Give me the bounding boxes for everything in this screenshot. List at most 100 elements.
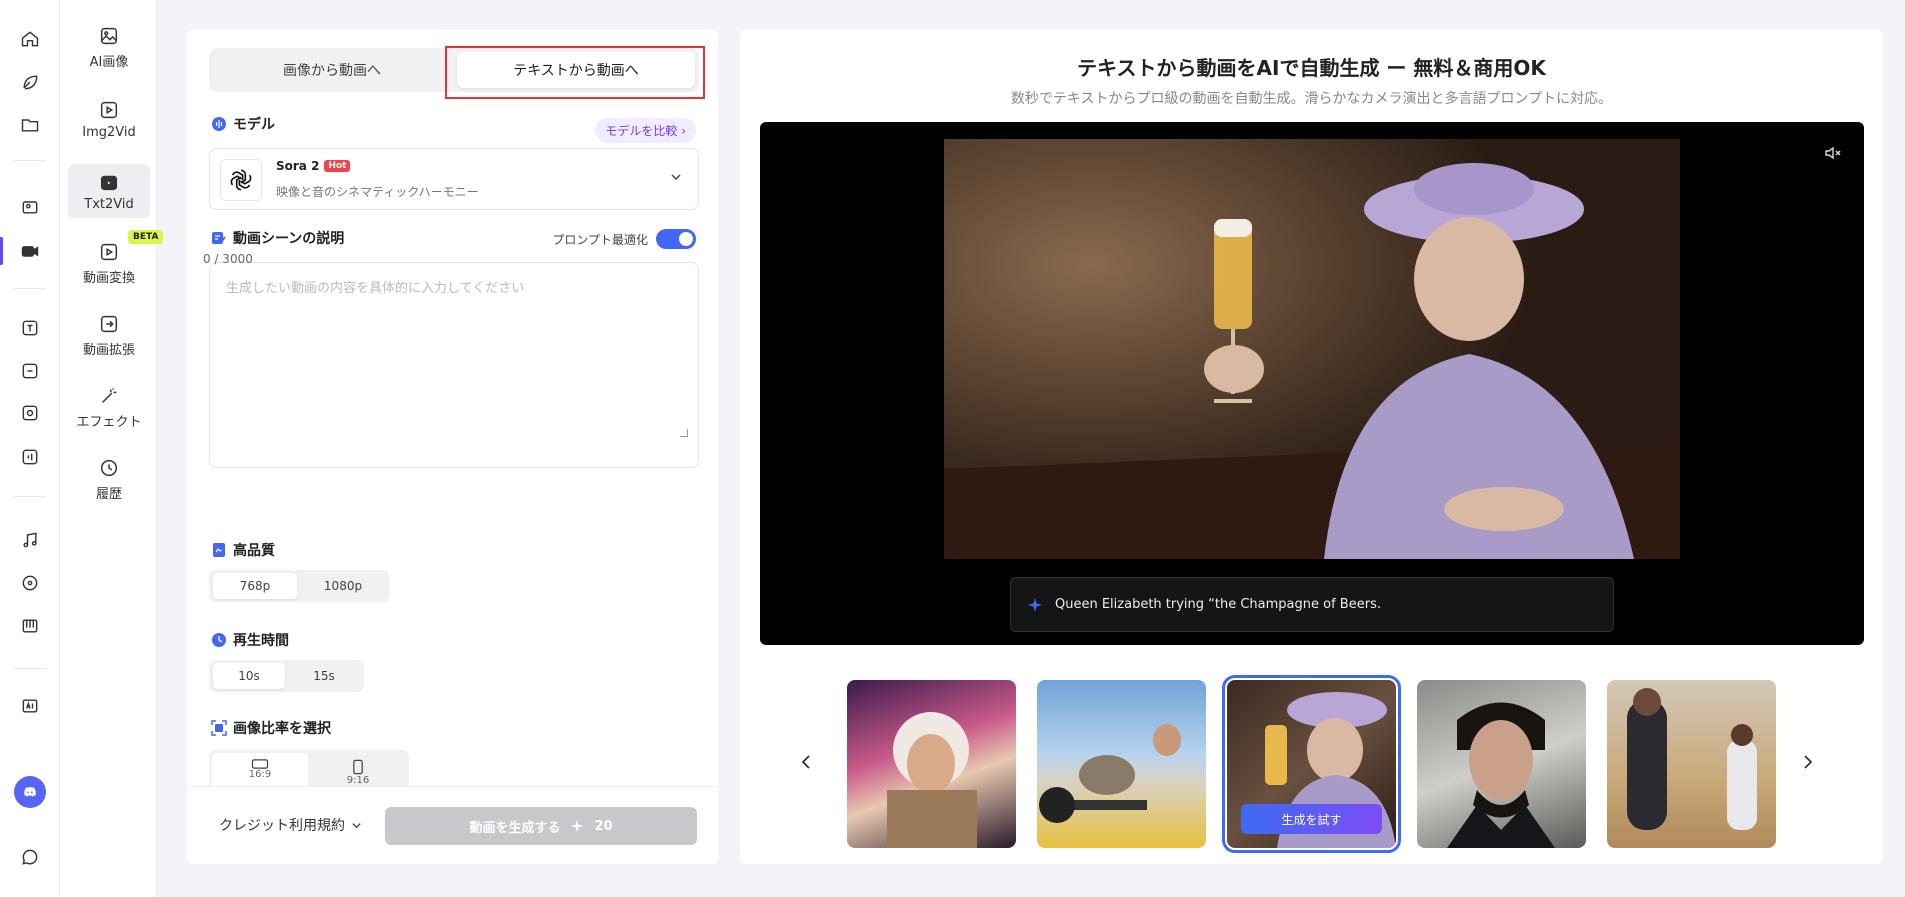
compare-models-button[interactable]: モデルを比較 › [595,118,696,143]
page-subtitle: 数秒でテキストからプロ級の動画を自動生成。滑らかなカメラ演出と多言語プロンプトに… [1010,91,1613,107]
preview-panel: テキストから動画をAIで自動生成 ー 無料＆商用OK 数秒でテキストからプロ級の… [740,30,1883,864]
video-caption: Queen Elizabeth trying “the Champagne of… [1010,577,1614,632]
beta-badge: BETA [128,230,164,244]
sub-navigation: AI画像 Img2Vid Txt2Vid 動画変換 動画拡張 エフェクト 履歴 [60,0,157,897]
quality-option-1080p[interactable]: 1080p [301,573,385,599]
page-title: テキストから動画をAIで自動生成 ー 無料＆商用OK [1077,56,1546,80]
quality-title: 高品質 [233,543,275,559]
example-thumbnail[interactable] [847,680,1016,848]
scene-title: 動画シーンの説明 [233,231,345,247]
optimize-label: プロンプト最適化 [552,232,648,247]
video-player[interactable]: Queen Elizabeth trying “the Champagne of… [760,122,1864,645]
openai-logo-icon [220,159,262,201]
quality-section-title: 高品質 [211,540,275,560]
chevron-down-icon [671,174,681,181]
video-frame-image [944,139,1680,559]
rail-divider [14,668,46,669]
resize-handle[interactable] [680,429,688,437]
optimize-toggle[interactable] [656,229,696,249]
mute-icon[interactable] [1824,144,1842,162]
model-description: 映像と音のシネマティックハーモニー [276,185,479,199]
credit-terms-label: クレジット利用規約 [219,818,345,834]
prompt-placeholder: 生成したい動画の内容を具体的に入力してください [226,281,525,296]
audio-icon[interactable] [19,402,41,424]
discord-icon[interactable] [14,776,46,808]
subnav-item-txt2vid[interactable]: Txt2Vid [68,164,150,218]
duration-selector: 10s 15s [209,660,364,692]
folder-icon[interactable] [19,114,41,136]
prompt-textarea[interactable]: 生成したい動画の内容を具体的に入力してください [209,262,699,468]
model-name-text: Sora 2 [276,159,320,173]
magic-wand-icon [102,387,117,403]
model-section-title: モデル [211,114,275,134]
subnav-item-video-extend[interactable]: 動画拡張 [68,308,150,362]
subtitle-icon[interactable] [19,360,41,382]
ratio-section-title: 画像比率を選択 [211,718,331,738]
compare-label: モデルを比較 [605,124,678,138]
settings-panel: 画像から動画へ テキストから動画へ モデル モデルを比較 › Sora 2 Ho… [187,30,718,864]
voice-icon[interactable] [19,446,41,468]
ratio-option-16-9[interactable]: 16:9 [212,753,308,790]
generate-cost: 20 [594,818,613,834]
example-thumbnail[interactable] [1417,680,1586,848]
subnav-item-ai-image[interactable]: AI画像 [68,20,150,74]
example-thumbnail[interactable] [1607,680,1776,848]
model-select[interactable]: Sora 2 Hot 映像と音のシネマティックハーモニー [209,148,699,210]
chevron-left-icon[interactable] [798,754,814,770]
text-translate-icon[interactable] [19,317,41,339]
subnav-label: AI画像 [89,54,129,70]
subnav-label: エフェクト [76,414,142,430]
icon-rail [0,0,60,897]
image-video-icon[interactable] [19,196,41,218]
credit-terms-dropdown[interactable]: クレジット利用規約 [219,815,362,835]
rail-divider [14,160,46,161]
tab-image-to-video[interactable]: 画像から動画へ [213,52,451,88]
disc-icon[interactable] [19,572,41,594]
video-convert-icon [100,243,118,260]
video-camera-icon[interactable] [19,240,41,262]
subnav-label: 動画変換 [82,270,135,286]
subnav-item-video-convert[interactable]: 動画変換 [68,236,150,290]
clock-icon [100,459,118,476]
landscape-icon [251,759,269,769]
duration-title: 再生時間 [233,633,289,649]
generate-label: 動画を生成する [469,820,561,836]
tab-text-to-video[interactable]: テキストから動画へ [457,52,695,88]
example-carousel: 生成を試す [740,670,1883,853]
scene-section-title: 動画シーンの説明 [211,228,344,248]
quality-option-768p[interactable]: 768p [213,573,297,599]
rail-active-indicator [0,237,3,265]
ai-icon[interactable] [19,695,41,717]
clock-icon [212,633,226,647]
image-to-video-icon [100,101,118,118]
caption-text: Queen Elizabeth trying “the Champagne of… [1055,597,1381,612]
leaf-icon[interactable] [19,71,41,93]
subnav-item-effects[interactable]: エフェクト [68,380,150,434]
sparkle-icon [1028,597,1042,612]
panel-footer: クレジット利用規約 動画を生成する 20 [187,786,718,864]
text-to-video-icon [100,175,118,190]
rail-divider [14,496,46,497]
subnav-item-img2vid[interactable]: Img2Vid [68,92,150,146]
try-generate-button[interactable]: 生成を試す [1241,804,1382,834]
subnav-item-history[interactable]: 履歴 [68,452,150,506]
ratio-title: 画像比率を選択 [233,721,331,737]
chevron-right-icon[interactable] [1800,754,1816,770]
mode-tabs: 画像から動画へ テキストから動画へ [209,48,699,92]
duration-option-15s[interactable]: 15s [288,663,360,689]
ratio-option-9-16[interactable]: 9:16 [310,753,406,790]
duration-option-10s[interactable]: 10s [213,663,285,689]
hot-badge: Hot [324,160,351,172]
music-note-icon[interactable] [19,529,41,551]
prompt-optimize: プロンプト最適化 [552,229,696,249]
example-thumbnail-selected[interactable]: 生成を試す [1222,675,1401,853]
piano-icon[interactable] [19,615,41,637]
chevron-down-icon [352,822,361,828]
home-icon[interactable] [19,28,41,50]
ratio-label: 16:9 [248,769,272,780]
example-thumbnail[interactable] [1037,680,1206,848]
chat-bubble-icon[interactable] [19,846,41,868]
generate-video-button[interactable]: 動画を生成する 20 [385,807,697,845]
edit-note-icon [212,232,226,244]
hd-image-icon [213,543,225,557]
